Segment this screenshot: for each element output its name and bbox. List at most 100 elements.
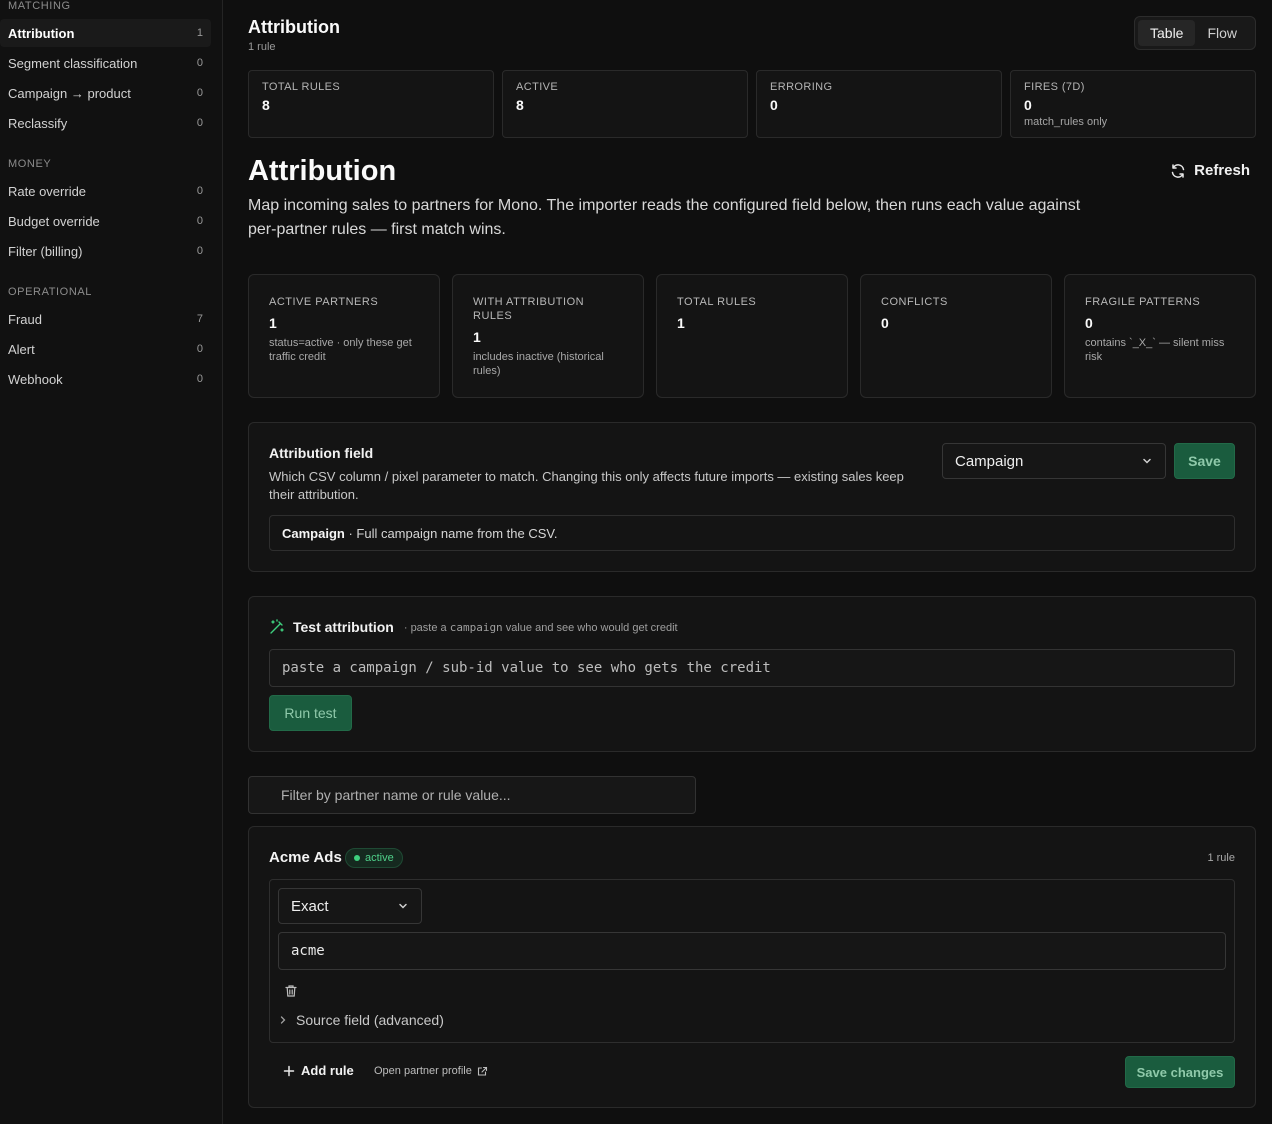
partner-rule-count: 1 rule (1207, 852, 1235, 864)
stat-label: TOTAL RULES (262, 81, 341, 93)
sidebar-item-count: 1 (196, 27, 203, 39)
sidebar-item-count: 0 (196, 87, 203, 99)
sidebar-item-label: Rate override (8, 183, 87, 199)
stat-card-fires: FIRES (7D) 0 match_rules only (1010, 70, 1256, 138)
stat-label: FIRES (7D) (1024, 81, 1085, 93)
test-attribution-header: Test attribution · paste a campaign valu… (269, 619, 678, 635)
match-type-selected: Exact (291, 897, 329, 915)
sidebar-item-budget-override[interactable]: Budget override 0 (0, 207, 211, 235)
sidebar-item-count: 7 (196, 313, 203, 325)
sidebar-item-attribution[interactable]: Attribution 1 (0, 19, 211, 47)
save-field-button[interactable]: Save (1174, 443, 1235, 479)
sidebar-item-fraud[interactable]: Fraud 7 (0, 305, 211, 333)
status-dot-icon (354, 855, 360, 861)
page-title: Attribution (248, 17, 340, 37)
sidebar-item-count: 0 (196, 373, 203, 385)
attribution-field-title: Attribution field (269, 445, 374, 461)
metric-label: FRAGILE PATTERNS (1085, 296, 1201, 308)
section-title: Attribution (248, 155, 397, 187)
stat-value: 0 (770, 97, 778, 113)
attribution-field-info: Campaign · Full campaign name from the C… (269, 515, 1235, 551)
partner-filter-input[interactable]: Filter by partner name or rule value... (248, 776, 696, 814)
chevron-down-icon (1143, 458, 1151, 464)
stat-label: ERRORING (770, 81, 833, 93)
page-subtitle: 1 rule (248, 41, 276, 53)
sidebar-item-label: Campaign → product (8, 85, 131, 101)
view-toggle: Table Flow (1134, 16, 1256, 50)
source-field-toggle[interactable]: Source field (advanced) (278, 1012, 444, 1028)
sidebar-item-count: 0 (196, 57, 203, 69)
sidebar-section-matching: MATCHING (8, 0, 71, 12)
sidebar-item-filter-billing[interactable]: Filter (billing) 0 (0, 237, 211, 265)
table-view-button[interactable]: Table (1138, 20, 1196, 46)
metric-note: contains `_X_` — silent miss risk (1085, 337, 1225, 363)
status-badge: active (345, 848, 403, 868)
refresh-button[interactable]: Refresh (1164, 158, 1256, 183)
partner-name: Acme Ads (269, 849, 342, 866)
test-attribution-panel: Test attribution · paste a campaign valu… (248, 596, 1256, 752)
attribution-field-select[interactable]: Campaign (942, 443, 1166, 479)
stat-value: 0 (1024, 97, 1032, 113)
metric-label: TOTAL RULES (677, 296, 757, 308)
attribution-field-panel: Attribution field Which CSV column / pix… (248, 422, 1256, 572)
metric-value: 1 (473, 329, 481, 345)
sidebar-section-operational: OPERATIONAL (8, 286, 93, 298)
sidebar-item-label: Fraud (8, 311, 42, 327)
flow-view-button[interactable]: Flow (1195, 20, 1249, 46)
attribution-field-description: Which CSV column / pixel parameter to ma… (269, 469, 904, 502)
attribution-field-selected: Campaign (955, 452, 1024, 470)
sidebar-item-rate-override[interactable]: Rate override 0 (0, 177, 211, 205)
test-value-input[interactable]: paste a campaign / sub-id value to see w… (269, 649, 1235, 687)
sidebar-item-label: Webhook (8, 371, 63, 387)
stat-value: 8 (516, 97, 524, 113)
external-link-icon (477, 1066, 487, 1076)
add-rule-button[interactable]: Add rule (283, 1063, 354, 1078)
plus-icon (283, 1065, 295, 1076)
metric-label: ACTIVE PARTNERS (269, 296, 379, 308)
open-partner-profile-link[interactable]: Open partner profile (374, 1065, 488, 1077)
sidebar-item-webhook[interactable]: Webhook 0 (0, 365, 211, 393)
sidebar-item-campaign-product[interactable]: Campaign → product 0 (0, 79, 211, 107)
sidebar-item-reclassify[interactable]: Reclassify 0 (0, 109, 211, 137)
stat-card-total-rules: TOTAL RULES 8 (248, 70, 494, 138)
main-content: Attribution 1 rule Table Flow TOTAL RULE… (224, 0, 1272, 1124)
match-type-select[interactable]: Exact (278, 888, 422, 924)
sidebar: MATCHING Attribution 1 Segment classific… (0, 0, 223, 1124)
sidebar-item-count: 0 (196, 245, 203, 257)
metric-label: WITH ATTRIBUTION RULES (473, 296, 585, 322)
metric-value: 1 (677, 315, 685, 331)
attribution-field-info-name: Campaign (282, 525, 345, 541)
metric-value: 1 (269, 315, 277, 331)
metric-note: status=active · only these get traffic c… (269, 337, 412, 363)
metric-card-conflicts: CONFLICTS 0 (860, 274, 1052, 398)
chevron-right-icon (280, 1016, 286, 1024)
metric-card-total-rules: TOTAL RULES 1 (656, 274, 848, 398)
sidebar-item-label: Alert (8, 341, 35, 357)
rule-value-input[interactable]: acme (278, 932, 1226, 970)
sidebar-section-money: MONEY (8, 158, 52, 170)
stat-value: 8 (262, 97, 270, 113)
sidebar-item-segment-classification[interactable]: Segment classification 0 (0, 49, 211, 77)
magic-wand-icon (270, 619, 284, 634)
section-description: Map incoming sales to partners for Mono.… (248, 197, 1081, 238)
sidebar-item-count: 0 (196, 185, 203, 197)
status-badge-label: active (365, 852, 394, 864)
test-attribution-hint: · paste a campaign value and see who wou… (403, 620, 678, 634)
rule-editor: Exact acme Source field (advanced) (269, 879, 1235, 1043)
chevron-down-icon (399, 903, 407, 909)
trash-icon[interactable] (284, 984, 298, 998)
refresh-icon (1171, 163, 1185, 178)
sidebar-item-label: Reclassify (8, 115, 68, 131)
stat-card-erroring: ERRORING 0 (756, 70, 1002, 138)
run-test-button[interactable]: Run test (269, 695, 352, 731)
stat-note: match_rules only (1024, 116, 1108, 128)
attribution-field-info-text: · Full campaign name from the CSV. (344, 525, 558, 541)
test-attribution-title: Test attribution (293, 619, 394, 635)
sidebar-item-alert[interactable]: Alert 0 (0, 335, 211, 363)
metric-card-with-attribution-rules: WITH ATTRIBUTION RULES 1 includes inacti… (452, 274, 644, 398)
partner-card: Acme Ads active 1 rule Exact acme Source… (248, 826, 1256, 1108)
save-changes-button[interactable]: Save changes (1125, 1056, 1235, 1088)
sidebar-item-label: Filter (billing) (8, 243, 83, 259)
metric-value: 0 (881, 315, 889, 331)
sidebar-item-count: 0 (196, 117, 203, 129)
